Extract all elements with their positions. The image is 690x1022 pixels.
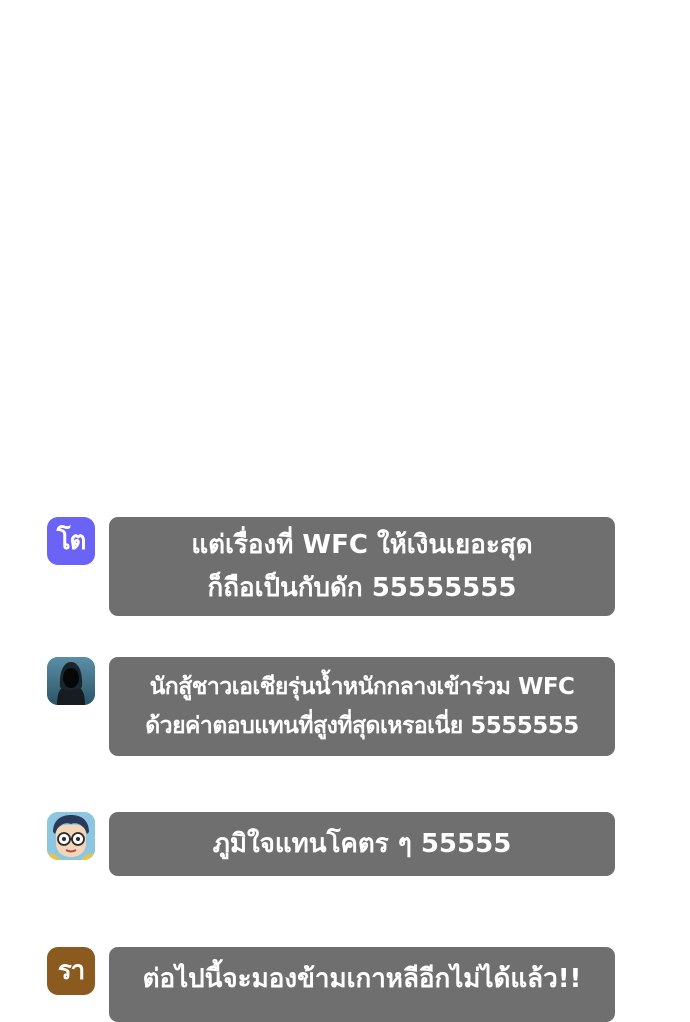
comment-bubble: ภูมิใจแทนโคตร ๆ 55555 bbox=[109, 812, 615, 876]
user-avatar[interactable] bbox=[47, 657, 95, 705]
comment-bubble: ต่อไปนี้จะมองข้ามเกาหลีอีกไม่ได้แล้ว!! bbox=[109, 947, 615, 1022]
user-avatar[interactable]: โต bbox=[47, 517, 95, 565]
hooded-person-avatar-icon bbox=[47, 657, 95, 705]
comment-bubble: นักสู้ชาวเอเชียรุ่นน้ำหนักกลางเข้าร่วม W… bbox=[109, 657, 615, 756]
comment-text-line: ภูมิใจแทนโคตร ๆ 55555 bbox=[212, 829, 512, 859]
comment-text-line: แต่เรื่องที่ WFC ให้เงินเยอะสุด bbox=[191, 529, 533, 560]
comment-text-line: นักสู้ชาวเอเชียรุ่นน้ำหนักกลางเข้าร่วม W… bbox=[149, 673, 575, 700]
glasses-character-avatar-icon bbox=[47, 812, 95, 860]
user-avatar[interactable] bbox=[47, 812, 95, 860]
user-avatar[interactable]: รา bbox=[47, 947, 95, 995]
comment-text-line: ต่อไปนี้จะมองข้ามเกาหลีอีกไม่ได้แล้ว!! bbox=[142, 964, 582, 994]
comment-text-line: ก็ถือเป็นกับดัก 55555555 bbox=[207, 572, 517, 603]
comment-text-line: ด้วยค่าตอบแทนที่สูงที่สุดเหรอเนี่ย 55555… bbox=[145, 712, 579, 739]
comment-bubble: แต่เรื่องที่ WFC ให้เงินเยอะสุด ก็ถือเป็… bbox=[109, 517, 615, 616]
avatar-initials: รา bbox=[57, 956, 86, 986]
avatar-initials: โต bbox=[56, 526, 87, 556]
